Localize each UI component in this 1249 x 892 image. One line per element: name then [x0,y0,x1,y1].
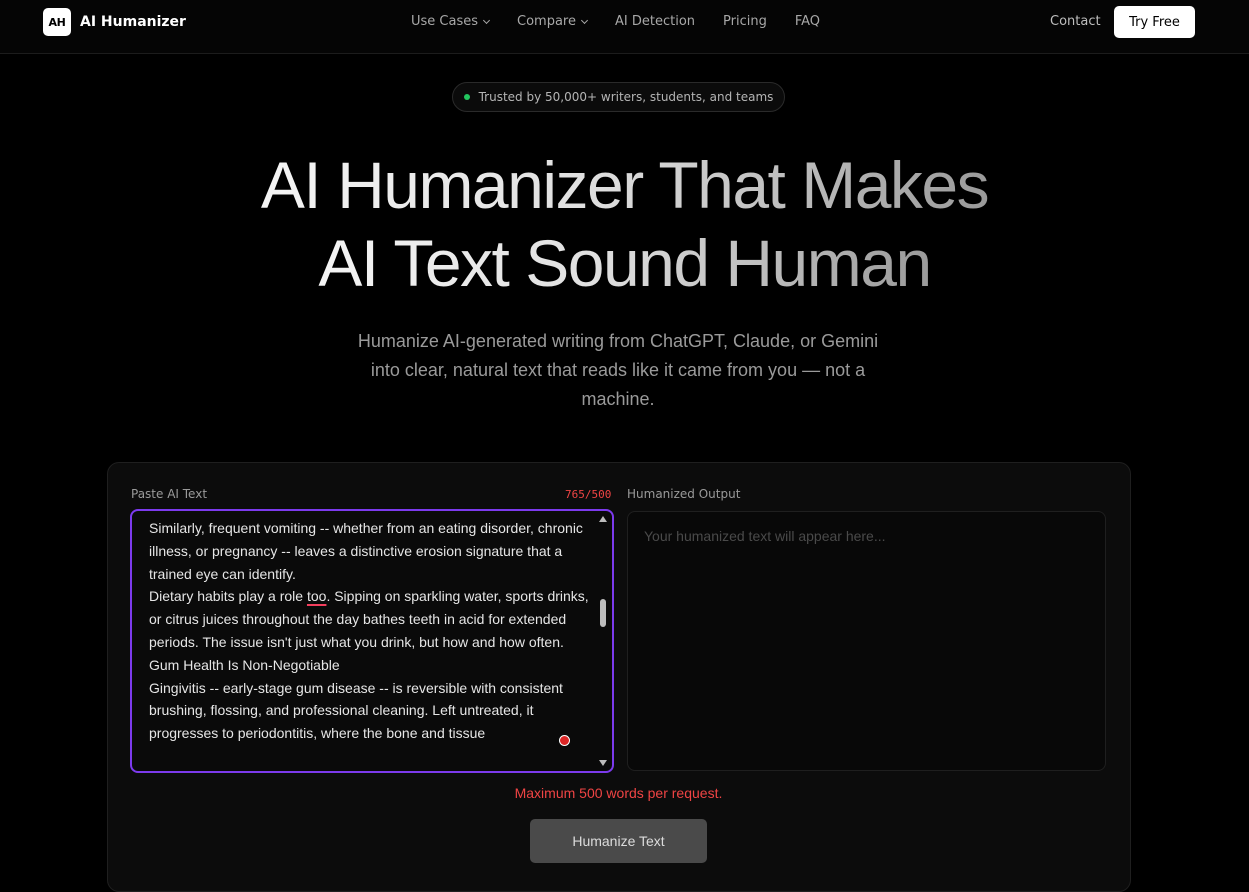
nav-compare[interactable]: Compare [517,14,589,29]
chevron-down-icon [482,16,491,24]
status-dot-icon [463,94,470,100]
nav-use-cases[interactable]: Use Cases [411,14,491,29]
nav-links: Use Cases Compare AI Detection Pricing F… [411,14,848,29]
nav-compare-label: Compare [517,14,576,29]
brand-name: AI Humanizer [80,14,186,30]
input-label: Paste AI Text [131,487,208,501]
input-scrollbar[interactable] [596,513,610,769]
nav-ai-detection[interactable]: AI Detection [615,14,695,29]
word-limit-error: Maximum 500 words per request. [514,785,723,801]
output-label: Humanized Output [627,487,741,501]
output-placeholder: Your humanized text will appear here... [644,528,886,544]
hero-title-line-2: AI Text Sound Human [318,226,932,300]
trust-badge: Trusted by 50,000+ writers, students, an… [452,82,785,112]
spellcheck-flagged-word[interactable]: too [307,588,326,604]
input-paragraph: Gum Health Is Non-Negotiable [149,656,340,673]
scroll-down-arrow-icon[interactable] [599,760,607,766]
trust-badge-text: Trusted by 50,000+ writers, students, an… [478,90,774,104]
brand-logo[interactable]: AH AI Humanizer [43,8,186,36]
humanized-output[interactable]: Your humanized text will appear here... [627,511,1106,771]
top-nav: AH AI Humanizer Use Cases Compare AI Det… [0,0,1249,54]
ai-text-input[interactable]: Similarly, frequent vomiting -- whether … [130,509,614,773]
nav-faq[interactable]: FAQ [795,14,820,29]
scroll-up-arrow-icon[interactable] [599,516,607,522]
input-paragraph: Similarly, frequent vomiting -- whether … [149,520,583,582]
hero-title-line-1: AI Humanizer That Makes [260,148,990,222]
scrollbar-thumb[interactable] [600,599,606,627]
hero-subtitle: Humanize AI-generated writing from ChatG… [357,331,879,409]
humanize-text-button[interactable]: Humanize Text [530,819,707,863]
nav-pricing[interactable]: Pricing [723,14,767,29]
ai-text-content[interactable]: Similarly, frequent vomiting -- whether … [149,517,589,745]
nav-contact[interactable]: Contact [1050,14,1101,29]
chevron-down-icon [580,16,589,24]
input-paragraph: Gingivitis -- early-stage gum disease --… [149,679,563,742]
grammar-indicator-icon[interactable] [559,735,570,746]
nav-use-cases-label: Use Cases [411,14,479,29]
hero-title: AI Humanizer That Makes AI Text Sound Hu… [0,146,1249,302]
logo-badge: AH [43,8,71,36]
word-counter: 765/500 [565,488,612,501]
try-free-button[interactable]: Try Free [1114,6,1195,38]
input-paragraph: Dietary habits play a role too. Sipping … [149,588,589,650]
